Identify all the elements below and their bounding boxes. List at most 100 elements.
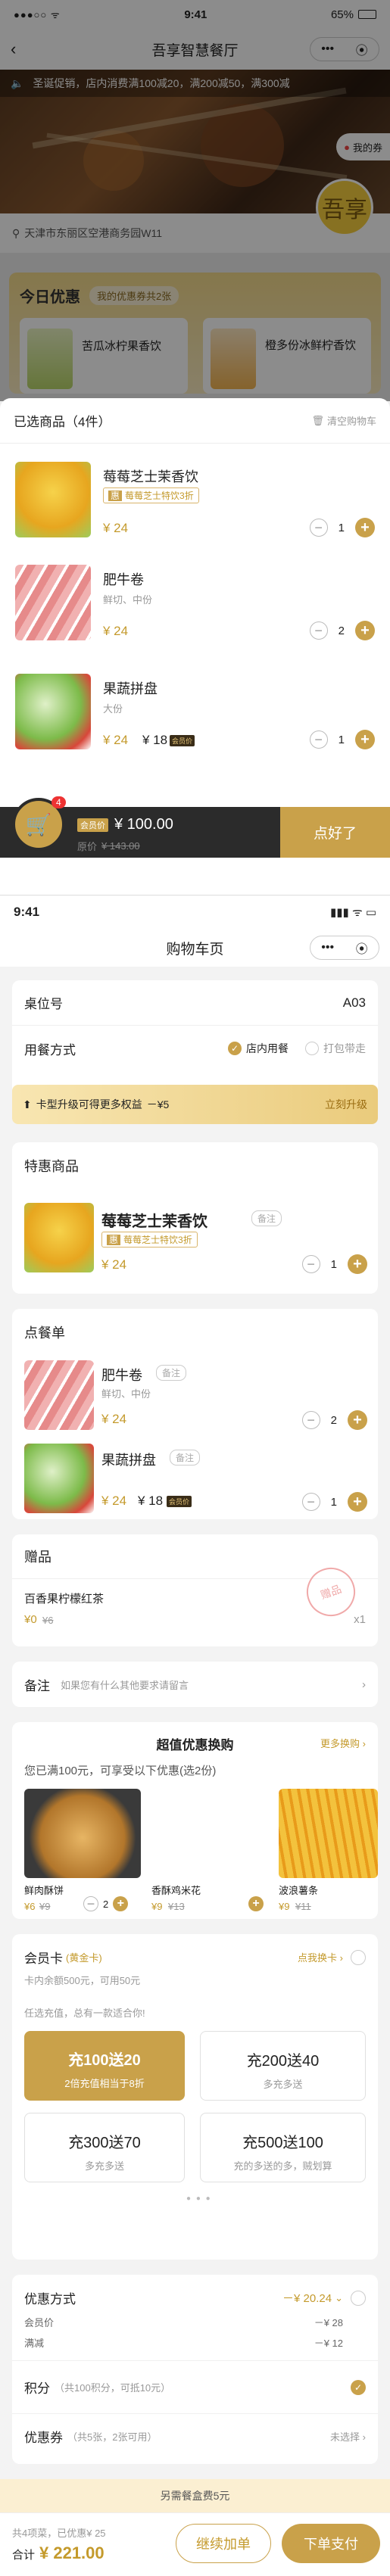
pay-button[interactable]: 下单支付 (282, 2524, 380, 2563)
cart-badge: 4 (51, 796, 66, 808)
total-label: 合计 (12, 2549, 36, 2562)
more-deals-link[interactable]: 更多换购 › (320, 1736, 366, 1750)
increase-button[interactable]: + (348, 1410, 367, 1430)
points-label: 积分 (24, 2381, 50, 2396)
cart-sheet: 已选商品（4件） 🗑 清空购物车 莓莓芝士茉香饮 惠莓莓芝士特饮3折 ¥ 24 … (0, 398, 390, 807)
item-name: 果蔬拼盘 (103, 681, 158, 696)
decrease-button[interactable]: − (301, 1255, 320, 1273)
special-title: 特惠商品 (24, 1159, 79, 1174)
page-title: 购物车页 (166, 941, 224, 958)
member-price: ¥ 18 (142, 733, 168, 747)
decrease-button[interactable]: − (309, 730, 328, 749)
increase-button[interactable]: + (355, 730, 375, 749)
member-radio[interactable] (351, 1949, 366, 1965)
recharge-desc: 2倍充值相当于8折 (64, 2078, 145, 2089)
upgrade-banner[interactable]: ⬆ 卡型升级可得更多权益 －¥5 立刻升级 (12, 1085, 378, 1124)
remark-label: 备注 (24, 1678, 50, 1693)
decrease-button[interactable]: − (309, 519, 328, 537)
upgrade-text: 卡型升级可得更多权益 (36, 1098, 142, 1110)
close-target-icon[interactable]: ⦿ (356, 939, 368, 957)
increase-button[interactable]: + (348, 1492, 367, 1512)
switch-card-link[interactable]: 点我换卡 › (298, 1950, 343, 1964)
member-title: 会员卡 (24, 1951, 63, 1966)
recharge-option[interactable]: 充500送100 充的多送的多，贼划算 (200, 2113, 366, 2182)
salad-image (15, 674, 91, 749)
status-time: 9:41 (14, 905, 40, 919)
gift-price: ¥0 (24, 1613, 37, 1626)
deal-name: 波浪薯条 (279, 1885, 319, 1896)
item-qty: 1 (338, 733, 345, 746)
item-name: 莓莓芝士茉香饮 (103, 469, 198, 484)
note-button[interactable]: 备注 (170, 1450, 201, 1466)
points-check-icon[interactable]: ✓ (351, 2379, 366, 2395)
recharge-option[interactable]: 充300送70 多充多送 (24, 2113, 185, 2182)
item-price: ¥ 24 (101, 1257, 127, 1272)
item-spec: 鲜切、中份 (103, 594, 153, 606)
increase-button[interactable]: + (113, 1896, 129, 1911)
cart-screen: 9:41 ▮▮▮ ᯤ ▭ 购物车页 ••• ⦿ 桌位号 A03 用餐方式 ✓ 店… (0, 895, 390, 2576)
chevron-right-icon: › (362, 1677, 366, 1691)
deal-orig: ¥13 (168, 1901, 185, 1912)
clear-cart-label: 清空购物车 (326, 416, 376, 427)
increase-button[interactable]: + (355, 621, 375, 640)
discount-row-value: －¥ 12 (314, 2338, 343, 2349)
remark-placeholder: 如果您有什么其他要求请留言 (61, 1679, 189, 1691)
decrease-button[interactable]: − (301, 1493, 320, 1511)
note-button[interactable]: 备注 (156, 1365, 187, 1381)
discount-title: 优惠方式 (24, 2292, 76, 2307)
drink-image (15, 462, 91, 537)
order-card: 点餐单 肥牛卷 备注 鲜切、中份 ¥ 24 − 2 + 果蔬拼盘 备注 ¥ 24… (12, 1309, 378, 1519)
trash-icon: 🗑 (311, 414, 324, 426)
clear-cart-button[interactable]: 🗑 清空购物车 (311, 413, 376, 428)
menu-screen: ●●●○○ ᯤ 9:41 65% ‹ 吾享智慧餐厅 ••• ⦿ 🔈 圣诞促销，店… (0, 0, 390, 858)
discount-radio[interactable] (351, 2290, 366, 2306)
upgrade-action[interactable]: 立刻升级 (325, 1097, 367, 1112)
decrease-button[interactable]: − (83, 1896, 98, 1911)
dine-in-label: 店内用餐 (246, 1042, 289, 1054)
takeaway-radio[interactable]: 打包带走 (305, 1041, 366, 1056)
item-price: ¥ 24 (101, 1494, 127, 1508)
item-price: ¥ 24 (103, 733, 129, 747)
member-balance: 卡内余额500元，可用50元 (24, 1975, 141, 1986)
order-summary: 共4项菜，已优惠¥ 25 (12, 2528, 106, 2539)
more-icon[interactable]: ••• (321, 941, 334, 955)
dine-in-radio[interactable]: ✓ 店内用餐 (228, 1041, 289, 1056)
coupon-select[interactable]: 未选择 › (330, 2429, 366, 2444)
drink-image (24, 1203, 94, 1272)
continue-order-button[interactable]: 继续加单 (176, 2524, 271, 2563)
pager-dots: ● ● ● (186, 2194, 212, 2203)
increase-button[interactable]: + (355, 518, 375, 537)
special-card: 特惠商品 莓莓芝士茉香饮 备注 惠莓莓芝士特饮3折 ¥ 24 − 1 + (12, 1142, 378, 1294)
deal-name: 鲜肉酥饼 (24, 1885, 64, 1896)
item-qty: 1 (330, 1495, 337, 1509)
cart-item: 果蔬拼盘 大份 ¥ 24 ¥ 18 会员价 − 1 + (15, 674, 375, 757)
cart-item: 肥牛卷 鲜切、中份 ¥ 24 − 2 + (15, 565, 375, 648)
capsule-menu[interactable]: ••• ⦿ (310, 936, 379, 960)
deal-orig: ¥11 (295, 1901, 311, 1912)
item-name: 果蔬拼盘 (101, 1453, 156, 1468)
chevron-down-icon[interactable]: ⌄ (335, 2292, 343, 2304)
remark-row[interactable]: 备注 如果您有什么其他要求请留言 › (12, 1662, 378, 1707)
decrease-button[interactable]: − (301, 1411, 320, 1429)
note-button[interactable]: 备注 (251, 1210, 282, 1226)
gift-name: 百香果柠檬红茶 (24, 1593, 105, 1606)
checkout-bar: 🛒 4 会员价 ¥ 100.00 原价 ¥ 143.00 点好了 (0, 796, 390, 858)
table-value: A03 (342, 995, 366, 1010)
total-price: ¥ 100.00 (114, 816, 173, 833)
radio-icon (305, 1042, 319, 1055)
recharge-amount: 充100送20 (68, 2052, 141, 2069)
item-name: 肥牛卷 (103, 572, 144, 587)
member-tag: 会员价 (170, 735, 195, 746)
recharge-amount: 充300送70 (68, 2135, 141, 2151)
recharge-option[interactable]: 充100送20 2倍充值相当于8折 (24, 2031, 185, 2101)
modal-overlay[interactable] (0, 0, 390, 401)
increase-button[interactable]: + (348, 1254, 367, 1274)
item-name: 莓莓芝士茉香饮 (101, 1213, 207, 1230)
recharge-hint: 任选充值，总有一款适合你! (24, 2008, 145, 2019)
cart-title: 已选商品（4件） (14, 415, 111, 429)
increase-button[interactable]: + (248, 1896, 264, 1911)
total-price: ¥ 221.00 (39, 2543, 105, 2562)
recharge-option[interactable]: 充200送40 多充多送 (200, 2031, 366, 2101)
decrease-button[interactable]: − (309, 621, 328, 640)
submit-button[interactable]: 点好了 (280, 807, 390, 858)
